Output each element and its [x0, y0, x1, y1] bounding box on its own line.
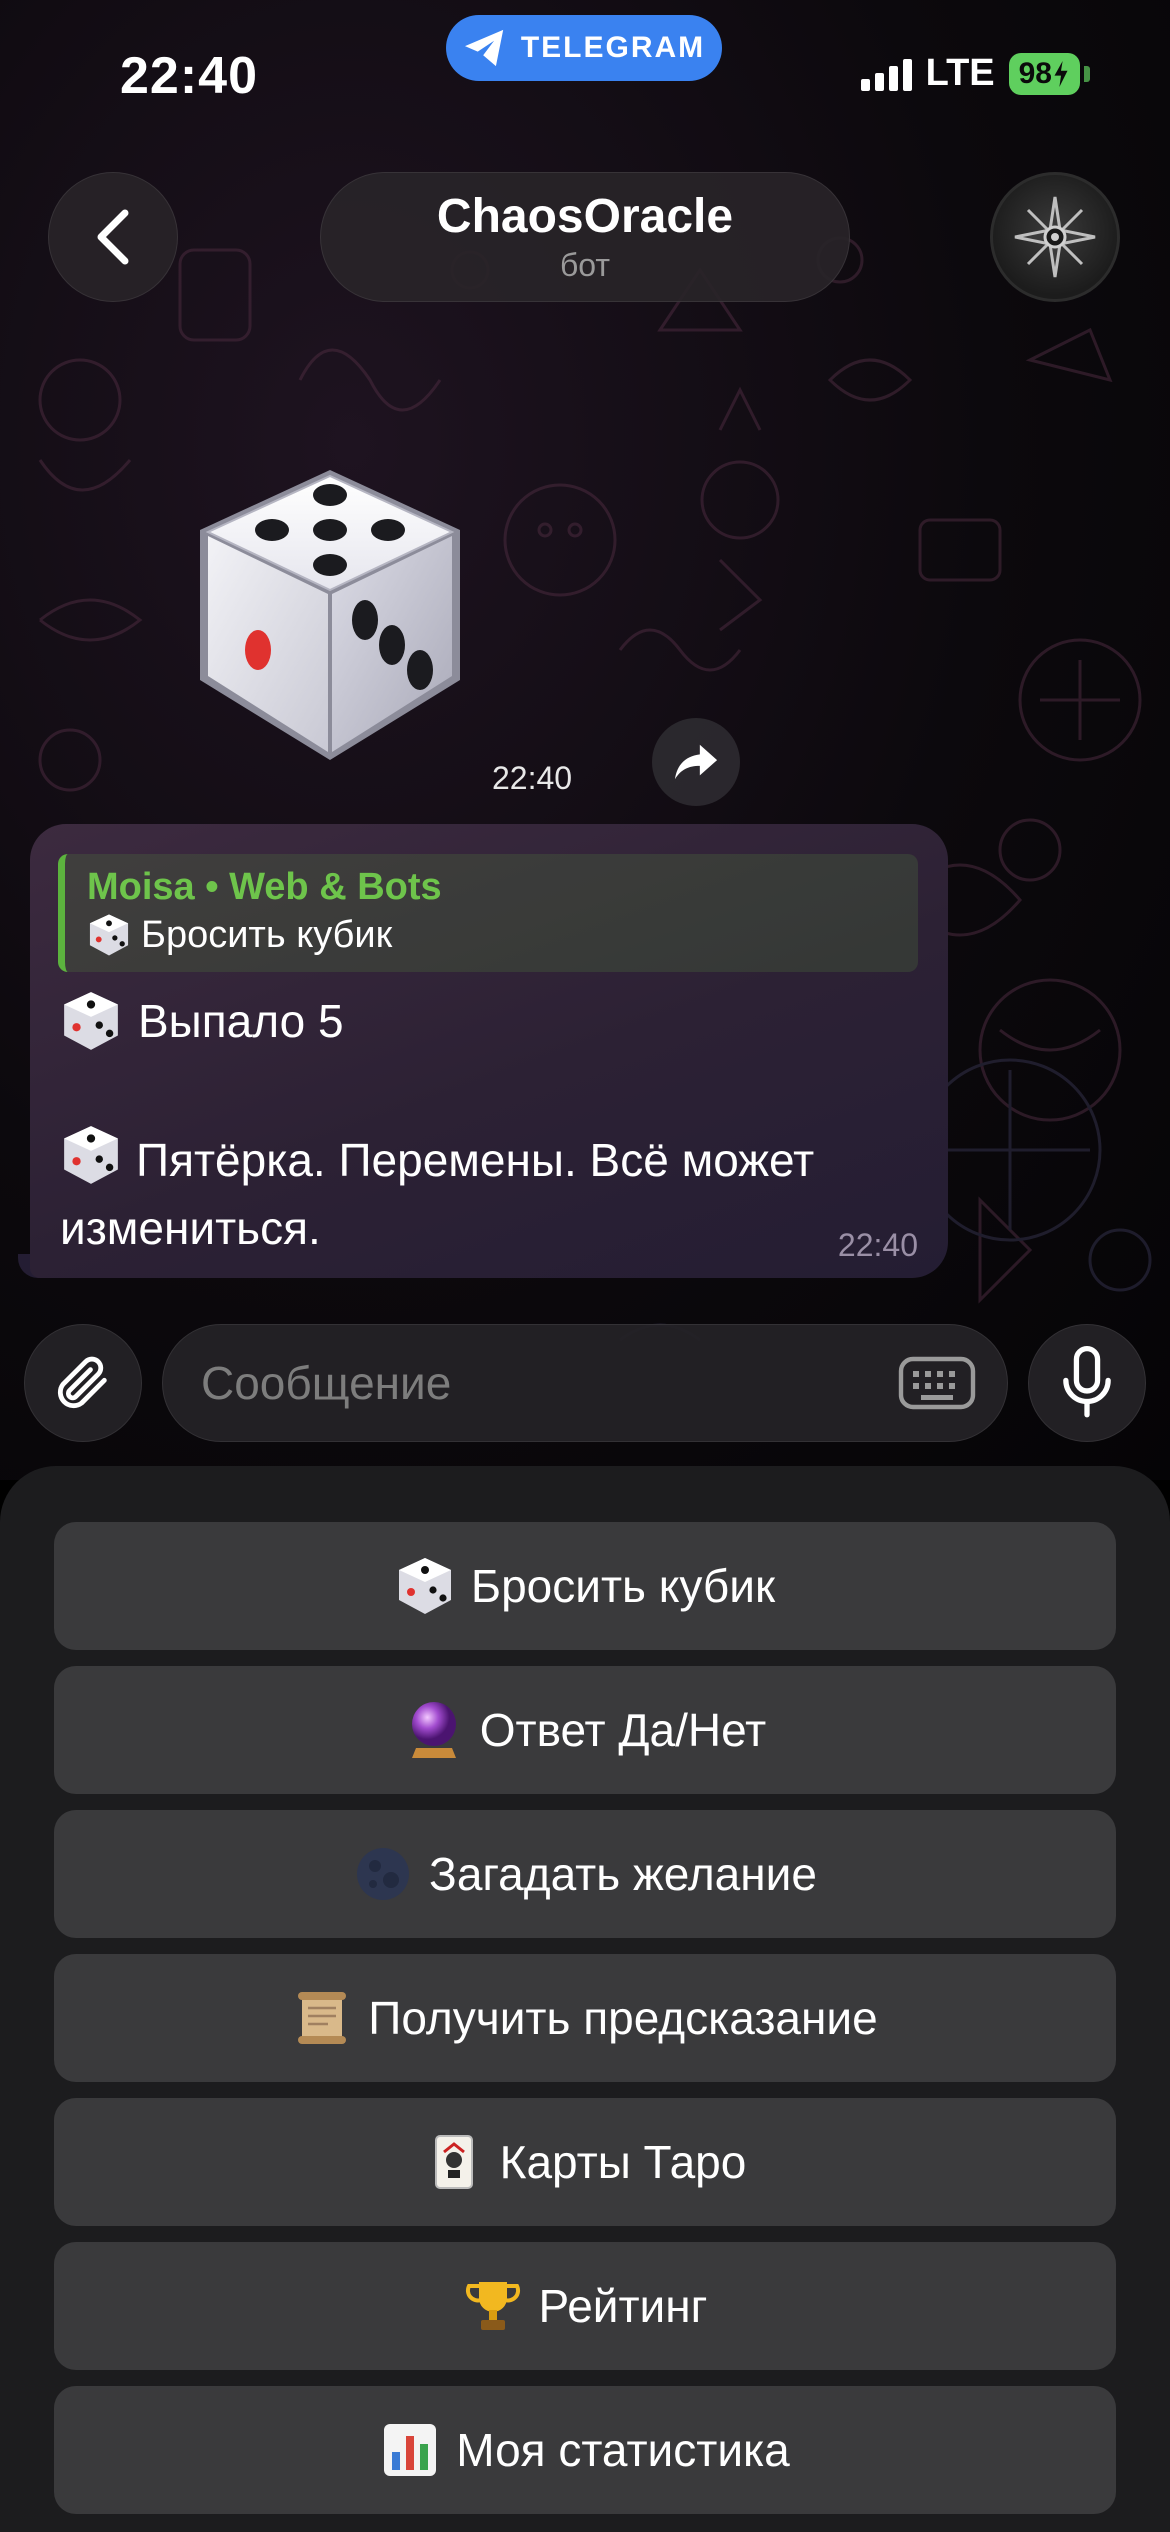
bot-avatar[interactable] — [990, 172, 1120, 302]
telegram-label: TELEGRAM — [520, 31, 706, 64]
dice-icon — [64, 1126, 118, 1184]
reply-quote[interactable]: Moisa • Web & Bots Бросить кубик — [58, 854, 918, 972]
charging-bolt-icon — [1054, 60, 1068, 87]
dice-icon — [89, 914, 129, 956]
keyboard-button-label: Ответ Да/Нет — [479, 1704, 767, 1756]
joker-card-icon — [424, 2132, 484, 2192]
keyboard-button-make-wish[interactable]: Загадать желание — [54, 1810, 1116, 1938]
crystal-ball-icon — [404, 1700, 464, 1760]
telegram-plane-icon — [464, 29, 504, 67]
status-time: 22:40 — [120, 47, 258, 105]
back-button[interactable] — [48, 172, 178, 302]
microphone-icon — [1063, 1346, 1111, 1418]
keyboard-icon[interactable] — [897, 1353, 977, 1413]
status-indicators: LTE 98 — [860, 52, 1090, 95]
bot-keyboard: Бросить кубик Ответ Да/Нет Загадать жела… — [0, 1466, 1170, 2532]
signal-icon — [860, 57, 912, 91]
keyboard-button-yes-no[interactable]: Ответ Да/Нет — [54, 1666, 1116, 1794]
moon-icon — [353, 1844, 413, 1904]
chat-title[interactable]: ChaosOracle бот — [320, 172, 850, 302]
reply-author: Moisa • Web & Bots — [87, 866, 442, 908]
message-input-field[interactable] — [162, 1324, 1008, 1442]
keyboard-button-label: Карты Таро — [499, 2136, 747, 2188]
scroll-icon — [292, 1988, 352, 2048]
keyboard-button-label: Загадать желание — [429, 1848, 817, 1900]
forward-arrow-icon — [674, 744, 718, 780]
dice-icon — [200, 470, 460, 760]
prediction-line: Пятёрка. Перемены. Всё может измениться. — [60, 1124, 920, 1262]
status-bar: 22:40 TELEGRAM LTE 98 — [0, 0, 1170, 150]
reply-text: Бросить кубик — [141, 914, 393, 956]
keyboard-button-prediction[interactable]: Получить предсказание — [54, 1954, 1116, 2082]
keyboard-button-label: Получить предсказание — [368, 1992, 878, 2044]
bot-message-bubble[interactable]: Moisa • Web & Bots Бросить кубик Выпало … — [30, 824, 948, 1278]
result-text: Выпало 5 — [138, 995, 344, 1047]
keyboard-button-label: Рейтинг — [538, 2280, 708, 2332]
keyboard-button-label: Бросить кубик — [470, 1560, 776, 1612]
paperclip-icon — [57, 1356, 107, 1409]
microphone-button[interactable] — [1028, 1324, 1146, 1442]
battery-level: 98 — [1018, 56, 1052, 90]
keyboard-button-my-stats[interactable]: Моя статистика — [54, 2386, 1116, 2514]
prediction-text: Пятёрка. Перемены. Всё может измениться. — [60, 1134, 815, 1254]
chat-subtitle: бот — [559, 247, 611, 283]
dice-sticker[interactable] — [180, 460, 480, 770]
attach-button[interactable] — [24, 1324, 142, 1442]
keyboard-button-rating[interactable]: Рейтинг — [54, 2242, 1116, 2370]
battery-nub — [1084, 65, 1090, 82]
dice-icon — [395, 1556, 455, 1616]
telegram-pill[interactable]: TELEGRAM — [446, 15, 722, 81]
reply-text-row: Бросить кубик — [87, 910, 918, 960]
result-line: Выпало 5 — [60, 990, 344, 1052]
sticker-time: 22:40 — [492, 760, 573, 796]
message-time: 22:40 — [837, 1227, 918, 1263]
battery-icon: 98 — [1008, 52, 1080, 95]
chaos-star-icon — [1014, 196, 1096, 278]
keyboard-button-roll-dice[interactable]: Бросить кубик — [54, 1522, 1116, 1650]
chevron-left-icon — [97, 209, 129, 265]
message-input[interactable] — [201, 1356, 861, 1410]
forward-button[interactable] — [652, 718, 740, 806]
network-label: LTE — [925, 52, 995, 94]
keyboard-button-label: Моя статистика — [456, 2424, 790, 2476]
bar-chart-icon — [380, 2420, 440, 2480]
keyboard-button-tarot[interactable]: Карты Таро — [54, 2098, 1116, 2226]
dice-icon — [64, 992, 118, 1050]
chat-name: ChaosOracle — [436, 190, 734, 243]
trophy-icon — [463, 2276, 523, 2336]
